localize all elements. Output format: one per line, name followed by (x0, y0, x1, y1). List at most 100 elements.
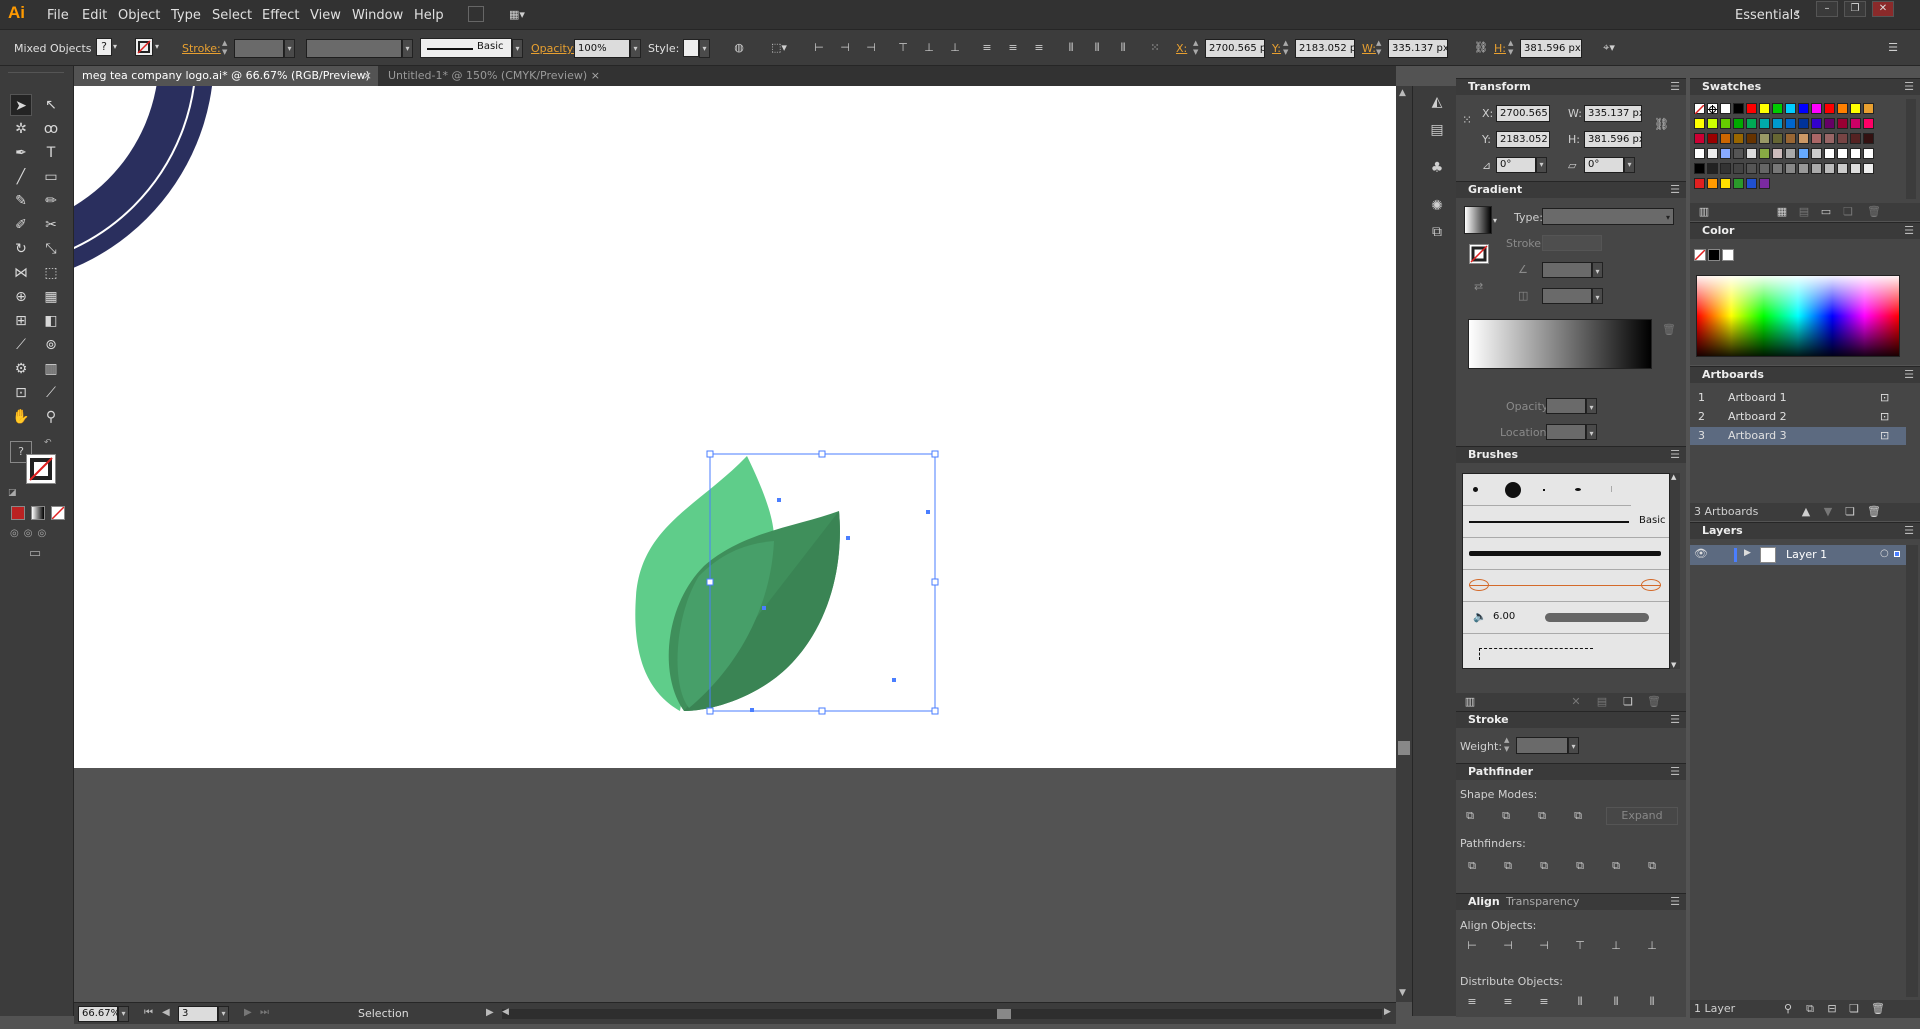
menu-file[interactable]: File (47, 8, 69, 23)
prev-artboard-icon[interactable]: ◀ (162, 1007, 170, 1018)
gradient-slider[interactable] (1468, 319, 1652, 369)
rectangle-tool-icon[interactable]: ▭ (40, 166, 62, 188)
menu-edit[interactable]: Edit (82, 8, 107, 23)
logo-ring[interactable] (74, 86, 214, 286)
stroke-panel-header[interactable]: Stroke ☰ (1456, 712, 1686, 728)
align-center-h-icon[interactable]: ⊣ (836, 39, 854, 57)
swatch[interactable] (1694, 148, 1705, 159)
x-stepper[interactable]: ▲ ▼ (1193, 39, 1203, 57)
swatch[interactable] (1824, 118, 1835, 129)
swatch[interactable] (1772, 163, 1783, 174)
layers-scrollbar[interactable] (1906, 545, 1918, 997)
align-left-icon[interactable]: ⊢ (810, 39, 828, 57)
stroke-color-box[interactable] (26, 454, 56, 484)
distribute-top-icon[interactable]: ≡ (978, 39, 996, 57)
vertical-distribute-bottom-icon[interactable]: ≡ (1536, 994, 1552, 1010)
shear-field[interactable]: 0° (1584, 157, 1624, 173)
align-bottom-icon[interactable]: ⊥ (946, 39, 964, 57)
swatch[interactable] (1785, 163, 1796, 174)
close-icon[interactable]: × (591, 66, 600, 86)
rotate-field[interactable]: 0° (1496, 157, 1536, 173)
menu-effect[interactable]: Effect (262, 8, 299, 23)
bridge-icon[interactable] (468, 6, 484, 22)
arrange-documents-icon[interactable]: ▦▾ (508, 6, 526, 24)
charcoal-brush-row[interactable] (1463, 538, 1669, 570)
x-label[interactable]: X: (1176, 42, 1187, 55)
horizontal-align-center-icon[interactable]: ⊣ (1500, 938, 1516, 954)
pattern-brush-row[interactable] (1463, 634, 1669, 666)
vertical-distribute-top-icon[interactable]: ≡ (1464, 994, 1480, 1010)
swatch[interactable] (1811, 103, 1822, 114)
swatch[interactable] (1707, 118, 1718, 129)
transform-x-field[interactable]: 2700.565 px (1496, 105, 1550, 122)
swatch[interactable] (1811, 163, 1822, 174)
width-tool-icon[interactable]: ⋈ (10, 262, 32, 284)
swatch[interactable] (1694, 133, 1705, 144)
white-color-swatch[interactable] (1722, 249, 1734, 261)
artboard[interactable]: any (74, 86, 1397, 768)
reverse-gradient-icon[interactable]: ⇄ (1474, 280, 1483, 293)
chevron-down-icon[interactable]: ▾ (113, 42, 117, 51)
blob-brush-tool-icon[interactable]: ✐ (10, 214, 32, 236)
gradient-aspect-field[interactable] (1542, 288, 1592, 304)
panel-menu-icon[interactable]: ☰ (1670, 447, 1680, 463)
column-graph-tool-icon[interactable]: ▥ (40, 358, 62, 380)
type-tool-icon[interactable]: T (40, 142, 62, 164)
align-right-icon[interactable]: ⊣ (862, 39, 880, 57)
swatch[interactable] (1759, 133, 1770, 144)
shear-dropdown[interactable]: ▾ (1624, 157, 1635, 173)
rotate-dropdown[interactable]: ▾ (1536, 157, 1547, 173)
horizontal-align-left-icon[interactable]: ⊢ (1464, 938, 1480, 954)
constrain-proportions-icon[interactable]: ⛓ (1654, 117, 1669, 131)
swatch[interactable] (1772, 103, 1783, 114)
none-color-swatch[interactable] (1694, 249, 1706, 261)
stop-opacity-dropdown[interactable]: ▾ (1586, 398, 1597, 414)
outline-icon[interactable]: ⧉ (1608, 858, 1624, 874)
stroke-weight-field[interactable] (1516, 737, 1568, 754)
artboard-options-icon[interactable]: ⊡ (1880, 389, 1889, 407)
swatch[interactable] (1798, 163, 1809, 174)
swatch[interactable] (1759, 118, 1770, 129)
symbol-sprayer-tool-icon[interactable]: ⚙ (10, 358, 32, 380)
swatch[interactable] (1746, 118, 1757, 129)
opacity-field[interactable]: 100% (574, 39, 630, 58)
swatch[interactable] (1811, 133, 1822, 144)
panel-menu-icon[interactable]: ☰ (1904, 79, 1914, 95)
exclude-icon[interactable]: ⧉ (1570, 808, 1586, 824)
trim-icon[interactable]: ⧉ (1500, 858, 1516, 874)
delete-stop-icon[interactable]: 🗑 (1662, 323, 1676, 336)
swatch[interactable] (1785, 133, 1796, 144)
vertical-align-top-icon[interactable]: ⊤ (1572, 938, 1588, 954)
swap-fill-stroke-icon[interactable]: ↶ (44, 438, 52, 448)
swatch[interactable] (1824, 133, 1835, 144)
arrow-brush-row[interactable] (1463, 570, 1669, 602)
unite-icon[interactable]: ⧉ (1462, 808, 1478, 824)
selection-indicator[interactable] (1894, 551, 1900, 557)
color-panel-header[interactable]: Color ☰ (1690, 223, 1920, 239)
swatch[interactable] (1863, 148, 1874, 159)
swatch[interactable] (1694, 163, 1705, 174)
swatches-panel-header[interactable]: Swatches ☰ (1690, 79, 1920, 95)
weight-dropdown[interactable]: ▾ (1568, 737, 1579, 754)
stroke-swatch[interactable] (135, 38, 153, 56)
swatch[interactable] (1837, 163, 1848, 174)
perspective-grid-tool-icon[interactable]: ▦ (40, 286, 62, 308)
default-colors-icon[interactable]: ◪ (8, 488, 17, 498)
show-swatch-kinds-icon[interactable]: ▦ (1774, 204, 1790, 220)
new-color-group-icon[interactable]: ▭ (1818, 204, 1834, 220)
swatch-libraries-icon[interactable]: ▥ (1696, 204, 1712, 220)
swatch[interactable] (1837, 118, 1848, 129)
zoom-field[interactable]: 66.67% (78, 1006, 118, 1022)
rotate-tool-icon[interactable]: ↻ (10, 238, 32, 260)
artboard-tool-icon[interactable]: ⊡ (10, 382, 32, 404)
maximize-button[interactable]: ❐ (1844, 1, 1866, 17)
target-icon[interactable]: ○ (1880, 548, 1889, 559)
swatch[interactable] (1863, 103, 1874, 114)
swatch[interactable] (1798, 133, 1809, 144)
brush-definition-field[interactable]: Basic (420, 38, 512, 58)
panel-menu-icon[interactable]: ☰ (1904, 523, 1914, 539)
menu-type[interactable]: Type (171, 8, 201, 23)
color-guide-icon[interactable]: ◭ (1427, 94, 1447, 114)
swatch[interactable] (1837, 133, 1848, 144)
scroll-thumb[interactable] (1398, 741, 1410, 755)
